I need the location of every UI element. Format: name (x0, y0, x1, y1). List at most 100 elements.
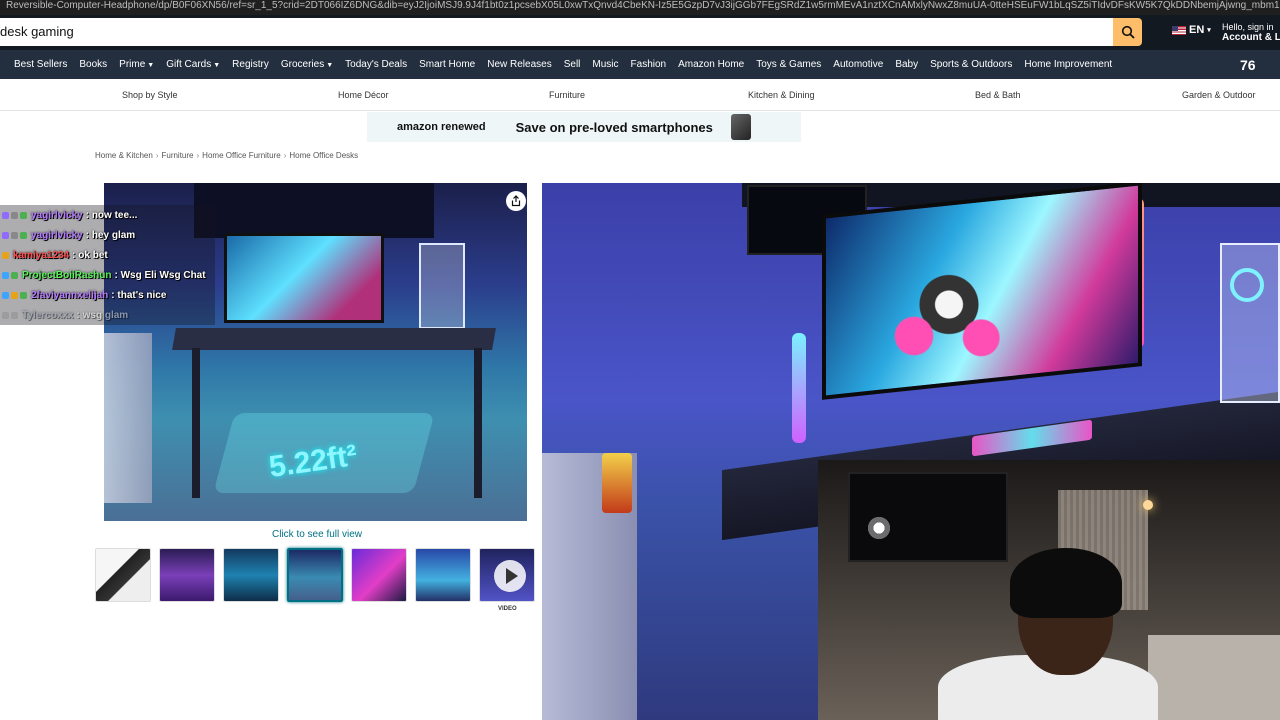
search-input[interactable]: desk gaming (0, 18, 1113, 46)
chat-badge-icon (11, 211, 18, 219)
breadcrumb-separator-icon: › (283, 151, 287, 160)
thumbnail[interactable] (351, 548, 407, 602)
chat-username: ProjectBoiiRashun (22, 269, 112, 281)
chat-message: 2faviyannxelijah: that's nice (0, 285, 215, 305)
chat-username: Tylercoxxx (22, 309, 74, 321)
search-button[interactable] (1113, 18, 1142, 46)
chat-text: : now tee... (85, 209, 138, 221)
chat-badge-icon (2, 271, 9, 279)
chat-message: kamiya1234: ok bet (0, 245, 215, 265)
chat-message: yagirlvicky: hey glam (0, 225, 215, 245)
image-monitor (224, 233, 384, 323)
subnav-item-shop-by-style[interactable]: Shop by Style (122, 90, 178, 100)
thumbnail[interactable] (159, 548, 215, 602)
nav-item-sell[interactable]: Sell (564, 59, 581, 70)
breadcrumb: Home & Kitchen › Furniture › Home Office Fur… (95, 151, 358, 160)
chat-text: : that's nice (111, 289, 167, 301)
address-bar-url[interactable]: Reversible-Computer-Headphone/dp/B0F06XN… (0, 0, 1280, 15)
subnav-item-home-decor[interactable]: Home Décor (338, 90, 389, 100)
nav-item-gift-cards[interactable]: Gift Cards ▼ (166, 59, 220, 70)
nav-item-groceries[interactable]: Groceries ▼ (281, 59, 333, 70)
subnav-item-garden-outdoor[interactable]: Garden & Outdoor (1182, 90, 1256, 100)
zoom-motorcycle (872, 273, 1012, 363)
nav-item-books[interactable]: Books (79, 59, 107, 70)
screen: Reversible-Computer-Headphone/dp/B0F06XN… (0, 0, 1280, 720)
amazon-renewed-logo: amazon renewed (397, 121, 486, 133)
nav-item-smart-home[interactable]: Smart Home (419, 59, 475, 70)
thumbnail[interactable] (415, 548, 471, 602)
chat-text: : ok bet (72, 249, 108, 261)
video-thumbnail[interactable] (479, 548, 535, 602)
chat-badge-icon (11, 291, 18, 299)
webcam-overlay (818, 460, 1280, 720)
renewed-banner[interactable]: amazon renewed Save on pre-loved smartph… (367, 112, 801, 142)
chat-badge-icon (2, 291, 9, 299)
share-icon (511, 195, 521, 207)
chat-username: 2faviyannxelijah (31, 289, 109, 301)
breadcrumb-link[interactable]: Home & Kitchen (95, 151, 153, 160)
chat-badge-icon (2, 251, 9, 259)
us-flag-icon (1172, 25, 1186, 35)
chat-text: : wsg glam (76, 309, 129, 321)
chat-badge-icon (11, 231, 18, 239)
account-label: Account & Lis (1222, 32, 1280, 43)
subnav-item-kitchen-dining[interactable]: Kitchen & Dining (748, 90, 815, 100)
language-selector[interactable]: EN ▾ (1172, 24, 1211, 36)
chat-username: yagirlvicky (31, 229, 83, 241)
chat-badge-icon (20, 231, 27, 239)
chat-message: ProjectBoiiRashun: Wsg Eli Wsg Chat (0, 265, 215, 285)
nav-bar: Best Sellers Books Prime ▼ Gift Cards ▼ Re… (0, 50, 1280, 79)
nav-item-music[interactable]: Music (592, 59, 618, 70)
amazon-header: desk gaming EN ▾ Hello, sign in Account … (0, 15, 1280, 50)
nav-item-home-improvement[interactable]: Home Improvement (1024, 59, 1112, 70)
chat-badge-icon (2, 211, 9, 219)
webcam-light (866, 515, 892, 541)
nav-item-fashion[interactable]: Fashion (631, 59, 667, 70)
nav-item-registry[interactable]: Registry (232, 59, 269, 70)
chat-badge-icon (20, 211, 27, 219)
nav-item-sports-outdoors[interactable]: Sports & Outdoors (930, 59, 1012, 70)
nav-item-best-sellers[interactable]: Best Sellers (14, 59, 67, 70)
share-button[interactable] (506, 191, 526, 211)
thumbnail[interactable] (223, 548, 279, 602)
nav-item-amazon-home[interactable]: Amazon Home (678, 59, 744, 70)
banner-text: Save on pre-loved smartphones (515, 119, 713, 135)
zoom-light-bar (792, 333, 806, 443)
chat-badge-icon (2, 311, 9, 319)
thumbnail-selected[interactable] (287, 548, 343, 602)
image-desk-leg (192, 348, 200, 498)
subnav-item-bed-bath[interactable]: Bed & Bath (975, 90, 1021, 100)
image-desk-leg (474, 348, 482, 498)
breadcrumb-link[interactable]: Furniture (161, 151, 193, 160)
chat-badge-icon (11, 271, 18, 279)
breadcrumb-separator-icon: › (155, 151, 159, 160)
nav-item-new-releases[interactable]: New Releases (487, 59, 551, 70)
nav-item-label: Gift Cards (166, 59, 212, 70)
video-label: VIDEO (498, 606, 517, 612)
zoom-snack-can (602, 453, 632, 513)
nav-item-toys-games[interactable]: Toys & Games (756, 59, 821, 70)
image-cart (104, 333, 152, 503)
subnav-item-furniture[interactable]: Furniture (549, 90, 585, 100)
nav-item-baby[interactable]: Baby (895, 59, 918, 70)
nav-item-prime[interactable]: Prime ▼ (119, 59, 154, 70)
chat-badge-icon (20, 291, 27, 299)
phone-image (730, 114, 751, 140)
stream-chat-overlay: yagirlvicky: now tee... yagirlvicky: hey… (0, 205, 215, 325)
language-label: EN (1189, 24, 1205, 36)
breadcrumb-link[interactable]: Home Office Desks (289, 151, 358, 160)
nav-item-automotive[interactable]: Automotive (833, 59, 883, 70)
zoom-pc-tower (1220, 243, 1280, 403)
webcam-lamp (1143, 500, 1153, 510)
breadcrumb-link[interactable]: Home Office Furniture (202, 151, 281, 160)
thumbnail-strip (95, 548, 535, 602)
account-menu[interactable]: Hello, sign in Account & Lis (1222, 22, 1280, 43)
image-shelf (194, 183, 434, 238)
chat-badge-icon (2, 231, 9, 239)
nav-item-todays-deals[interactable]: Today's Deals (345, 59, 407, 70)
full-view-link[interactable]: Click to see full view (272, 529, 362, 540)
image-desk-top (172, 328, 496, 350)
nav-promo-badge[interactable]: 76 (1240, 57, 1256, 73)
thumbnail[interactable] (95, 548, 151, 602)
caret-down-icon: ▼ (326, 62, 334, 69)
